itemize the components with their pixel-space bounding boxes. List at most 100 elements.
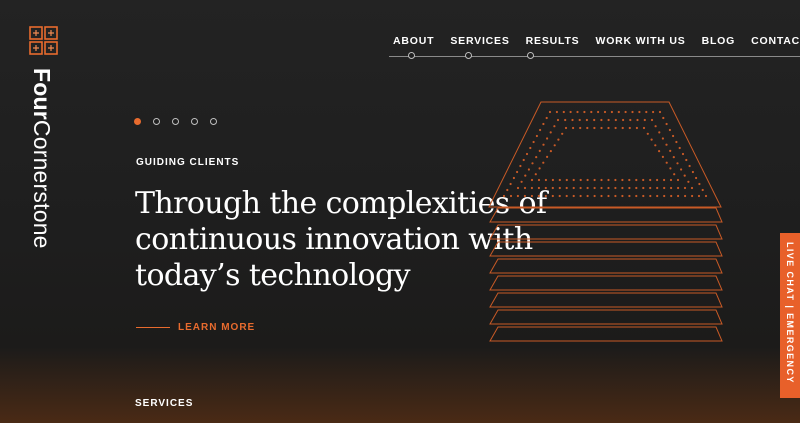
chip-dot <box>538 167 541 170</box>
chip-dot <box>690 186 694 190</box>
chip-dot <box>572 186 575 190</box>
nav-item-work-with-us[interactable]: WORK WITH US <box>595 35 685 47</box>
nav-item-about[interactable]: ABOUT <box>393 35 434 47</box>
nav-item-results[interactable]: RESULTS <box>526 35 580 47</box>
slider-pagination <box>134 118 229 125</box>
chip-dot <box>537 186 540 190</box>
chip-dot <box>670 194 673 198</box>
chip-dot <box>561 132 564 135</box>
chip-dot <box>578 118 581 122</box>
chip-dot <box>523 186 527 190</box>
chip-dot <box>553 144 556 147</box>
chip-dot <box>535 156 538 159</box>
chip-dot <box>684 194 687 198</box>
chip-dot <box>614 178 617 182</box>
chip-dot <box>698 182 701 186</box>
chip-dot <box>607 186 610 190</box>
chip-dot <box>652 110 655 114</box>
chip-dot <box>658 110 662 114</box>
slide-dot-3[interactable] <box>172 118 179 125</box>
chip-dot <box>583 110 586 114</box>
chip-dot <box>650 118 654 122</box>
live-chat-label: LIVE CHAT | EMERGENCY <box>785 242 795 384</box>
chip-layer <box>489 309 723 325</box>
slide-dot-4[interactable] <box>191 118 198 125</box>
chip-dot <box>530 194 533 198</box>
services-section-label: SERVICES <box>135 398 194 409</box>
chip-dot <box>650 138 653 141</box>
page: FourCornerstone ABOUT SERVICES RESULTS W… <box>0 0 800 423</box>
chip-dot <box>512 176 515 180</box>
main-nav: ABOUT SERVICES RESULTS WORK WITH US BLOG… <box>393 35 800 47</box>
chip-dot <box>555 110 558 114</box>
chip-dot <box>673 173 676 176</box>
chip-dot <box>516 194 519 198</box>
chip-dot <box>590 110 593 114</box>
chip-dot <box>537 178 541 182</box>
chip-dot <box>672 156 675 159</box>
chip-dot <box>643 118 646 122</box>
chip-dot <box>663 186 666 190</box>
nav-item-services[interactable]: SERVICES <box>450 35 509 47</box>
chip-dot <box>530 178 534 182</box>
slide-dot-5[interactable] <box>210 118 217 125</box>
learn-more-link[interactable]: LEARN MORE <box>136 322 255 333</box>
chip-dot <box>669 178 673 182</box>
chip-dot <box>572 126 575 130</box>
brand-name-bold: Four <box>29 68 55 120</box>
chip-dot <box>509 194 513 198</box>
chip-dot <box>628 194 631 198</box>
chip-dot <box>635 178 638 182</box>
chip-dot <box>635 194 638 198</box>
chip-dot <box>669 167 672 170</box>
chip-dot <box>635 126 638 130</box>
chip-dot <box>642 194 645 198</box>
chip-layer <box>489 326 723 342</box>
four-squares-logo-icon[interactable] <box>29 26 58 55</box>
chip-dot <box>701 188 704 192</box>
chip-dot <box>691 194 694 198</box>
chip-dot <box>565 186 568 190</box>
chip-dot <box>628 178 631 182</box>
chip-dot <box>665 143 668 146</box>
chip-dot <box>579 126 582 130</box>
chip-dot <box>669 149 672 152</box>
slide-dot-1[interactable] <box>134 118 141 125</box>
chip-dot <box>556 118 560 122</box>
chip-dot <box>600 126 603 130</box>
chip-dot <box>663 194 666 198</box>
chip-dot <box>697 194 701 198</box>
chip-dot <box>676 178 680 182</box>
slide-dot-2[interactable] <box>153 118 160 125</box>
chip-dot <box>649 194 652 198</box>
chip-dot <box>662 116 665 120</box>
nav-item-blog[interactable]: BLOG <box>702 35 736 47</box>
chip-layer <box>489 207 723 223</box>
chip-dot <box>531 162 534 165</box>
chip-dot <box>646 132 649 135</box>
learn-more-label: LEARN MORE <box>178 322 256 333</box>
hero-eyebrow: GUIDING CLIENTS <box>136 157 240 168</box>
live-chat-emergency-tab[interactable]: LIVE CHAT | EMERGENCY <box>780 233 800 398</box>
chip-dot <box>558 186 561 190</box>
nav-item-contact[interactable]: CONTACT <box>751 35 800 47</box>
chip-dot <box>558 194 561 198</box>
chip-dot <box>593 118 596 122</box>
chip-layer <box>489 241 723 257</box>
nav-divider-line <box>389 56 800 57</box>
chip-dot <box>614 118 617 122</box>
chip-dot <box>675 140 678 144</box>
chip-dot <box>638 110 641 114</box>
brand-wordmark[interactable]: FourCornerstone <box>28 68 55 249</box>
chip-dot <box>642 126 646 130</box>
chip-layer <box>489 224 723 240</box>
chip-dot <box>607 178 610 182</box>
chip-dot <box>654 144 657 147</box>
chip-dot <box>607 126 610 130</box>
chip-dot <box>549 150 552 153</box>
chip-dot <box>586 194 589 198</box>
stacked-chip-layers-icon <box>488 101 723 342</box>
chip-dot <box>624 110 627 114</box>
chip-dot <box>614 194 617 198</box>
chip-dot <box>704 194 708 198</box>
